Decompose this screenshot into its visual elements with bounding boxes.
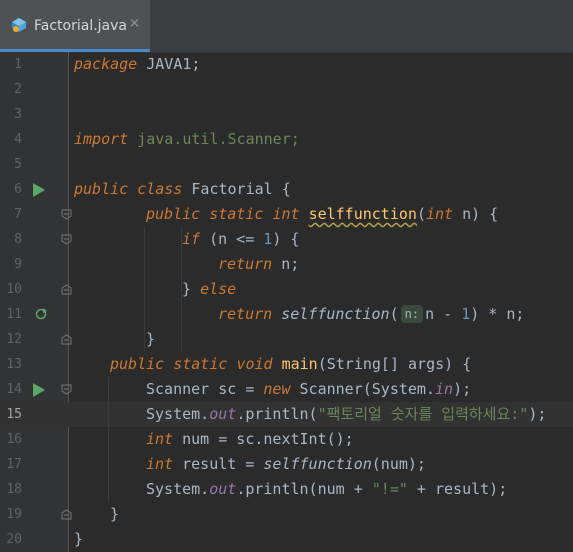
java-class-icon [12, 18, 26, 32]
code-editor[interactable]: 1 2 3 4 5 6 7 8 9 10 11 12 13 14 15 16 1… [0, 52, 573, 552]
code-line-18[interactable]: System.out.println(num + "!=" + result); [146, 477, 507, 502]
line-number: 5 [14, 157, 22, 172]
line-number: 16 [6, 432, 22, 447]
line-number: 9 [14, 257, 22, 272]
line-number: 19 [6, 507, 22, 522]
line-number: 7 [14, 207, 22, 222]
fold-icon[interactable] [61, 384, 72, 395]
line-number: 12 [6, 332, 22, 347]
code-line-16[interactable]: int num = sc.nextInt(); [146, 427, 354, 452]
code-line-13[interactable]: public static void main(String[] args) { [110, 352, 471, 377]
indent-guide [144, 227, 145, 352]
code-line-17[interactable]: int result = selffunction(num); [146, 452, 426, 477]
editor-tab-bar: Factorial.java × [0, 0, 573, 53]
code-line-8[interactable]: if (n <= 1) { [182, 227, 299, 252]
line-number: 13 [6, 357, 22, 372]
code-line-14[interactable]: Scanner sc = new Scanner(System.in); [146, 377, 471, 402]
code-line-6[interactable]: public class Factorial { [74, 177, 291, 202]
code-line-10[interactable]: } else [182, 277, 236, 302]
fold-icon[interactable] [61, 334, 72, 345]
code-line-12[interactable]: } [146, 327, 155, 352]
fold-icon[interactable] [61, 284, 72, 295]
line-number: 17 [6, 457, 22, 472]
run-class-icon[interactable] [33, 183, 45, 197]
line-number: 3 [14, 107, 22, 122]
fold-icon[interactable] [61, 509, 72, 520]
line-number: 8 [14, 232, 22, 247]
code-line-1[interactable]: package JAVA1; [74, 52, 200, 77]
line-number: 4 [14, 132, 22, 147]
run-main-icon[interactable] [33, 383, 45, 397]
tab-title: Factorial.java [34, 18, 127, 34]
line-number: 10 [6, 282, 22, 297]
code-line-15[interactable]: System.out.println("팩토리얼 숫자를 입력하세요:"); [146, 402, 546, 427]
fold-icon[interactable] [61, 234, 72, 245]
code-line-11[interactable]: return selffunction(n: n - 1) * n; [218, 302, 524, 327]
line-number: 1 [14, 57, 22, 72]
line-number: 2 [14, 82, 22, 97]
code-line-20[interactable]: } [74, 527, 83, 552]
line-number: 6 [14, 182, 22, 197]
code-line-9[interactable]: return n; [218, 252, 299, 277]
line-number: 15 [6, 407, 22, 422]
line-number: 20 [6, 532, 22, 547]
indent-guide [108, 377, 109, 502]
code-line-7[interactable]: public static int selffunction(int n) { [146, 202, 498, 227]
code-line-19[interactable]: } [110, 502, 119, 527]
close-icon[interactable]: × [129, 16, 140, 31]
line-number: 14 [6, 382, 22, 397]
code-line-4[interactable]: import java.util.Scanner; [74, 127, 300, 152]
fold-icon[interactable] [61, 209, 72, 220]
parameter-hint: n: [400, 304, 424, 323]
line-number: 18 [6, 482, 22, 497]
tab-factorial-java[interactable]: Factorial.java × [0, 0, 150, 52]
line-number: 11 [6, 307, 22, 322]
recursive-call-icon[interactable] [35, 308, 47, 320]
